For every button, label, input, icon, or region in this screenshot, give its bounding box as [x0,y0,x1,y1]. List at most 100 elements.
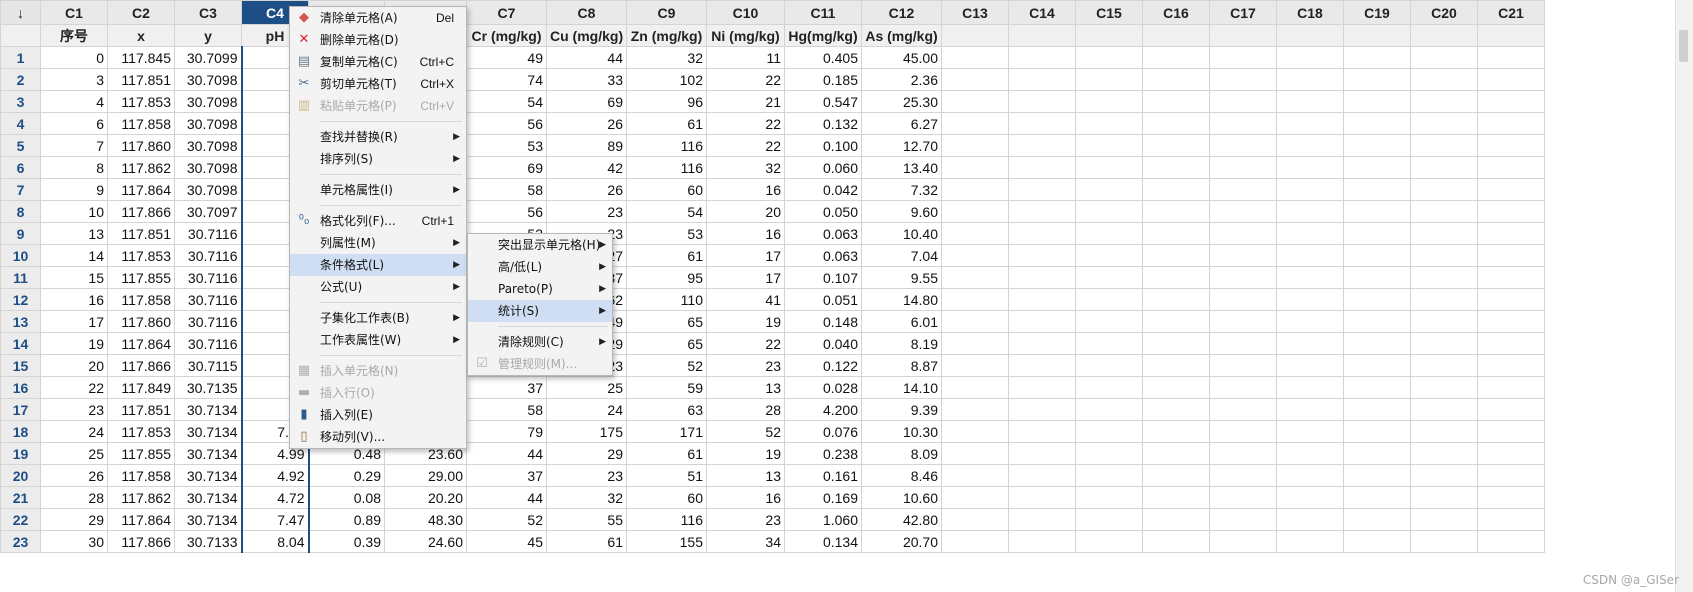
row-header[interactable]: 1 [0,46,41,69]
cell[interactable]: 0.122 [784,354,862,377]
cell[interactable]: 117.858 [107,112,175,135]
column-name-cell[interactable]: As (mg/kg) [861,24,942,47]
cell[interactable]: 19 [706,310,785,333]
cell[interactable]: 0.028 [784,376,862,399]
column-name-cell[interactable] [1142,24,1210,47]
cell[interactable]: 117.845 [107,46,175,69]
context-menu-item[interactable]: 公式(U) ▶ [290,276,466,298]
cell[interactable]: 9.39 [861,398,942,421]
cell[interactable]: 45 [466,530,547,553]
cell[interactable]: 30.7133 [174,530,242,553]
cell[interactable] [1075,156,1143,179]
cell[interactable] [1343,530,1411,553]
cell[interactable]: 7.47 [240,508,310,531]
cell[interactable] [1477,376,1545,399]
cell[interactable] [1477,486,1545,509]
cell[interactable]: 59 [626,376,707,399]
cell[interactable] [1075,310,1143,333]
cell[interactable]: 9.60 [861,200,942,223]
cell[interactable]: 117.853 [107,244,175,267]
cell[interactable]: 30.7116 [174,222,242,245]
cell[interactable] [1477,310,1545,333]
cell[interactable] [941,332,1009,355]
cell[interactable]: 30.7116 [174,310,242,333]
cell[interactable] [1477,266,1545,289]
cell[interactable] [1075,442,1143,465]
cell[interactable] [1008,398,1076,421]
cell[interactable]: 116 [626,134,707,157]
cell[interactable]: 175 [546,420,627,443]
cell[interactable] [1343,46,1411,69]
cell[interactable] [1209,156,1277,179]
cell[interactable] [941,354,1009,377]
submenu-item[interactable]: 突出显示单元格(H) ▶ [468,234,612,256]
cell[interactable] [1142,486,1210,509]
cell[interactable] [1209,464,1277,487]
cell[interactable]: 7.04 [861,244,942,267]
column-name-cell[interactable] [1477,24,1545,47]
cell[interactable] [1075,420,1143,443]
cell[interactable] [1075,112,1143,135]
cell[interactable] [1209,46,1277,69]
cell[interactable]: 0.39 [308,530,385,553]
cell[interactable]: 10 [40,200,108,223]
cell[interactable]: 25 [40,442,108,465]
cell[interactable]: 0.148 [784,310,862,333]
cell[interactable] [1276,68,1344,91]
cell[interactable]: 19 [706,442,785,465]
cell[interactable]: 89 [546,134,627,157]
cell[interactable]: 16 [706,178,785,201]
cell[interactable] [1477,134,1545,157]
cell[interactable] [1008,310,1076,333]
row-header[interactable]: 15 [0,354,41,377]
cell[interactable]: 102 [626,68,707,91]
cell[interactable] [1142,46,1210,69]
cell[interactable]: 117.851 [107,222,175,245]
cell[interactable] [1410,266,1478,289]
cell[interactable] [1142,376,1210,399]
cell[interactable]: 44 [466,486,547,509]
column-name-cell[interactable]: Cu (mg/kg) [546,24,627,47]
cell[interactable] [1410,508,1478,531]
cell[interactable] [1276,486,1344,509]
cell[interactable] [1343,464,1411,487]
cell[interactable]: 30.7098 [174,90,242,113]
cell[interactable] [1209,508,1277,531]
cell[interactable] [1343,266,1411,289]
cell[interactable] [1343,90,1411,113]
cell[interactable]: 30.7098 [174,134,242,157]
cell[interactable] [1142,266,1210,289]
row-header[interactable]: 14 [0,332,41,355]
cell[interactable]: 171 [626,420,707,443]
cell[interactable]: 58 [466,398,547,421]
cell[interactable] [1008,354,1076,377]
cell[interactable]: 30.7116 [174,244,242,267]
cell[interactable]: 52 [626,354,707,377]
cell[interactable]: 63 [626,398,707,421]
cell[interactable] [941,266,1009,289]
cell[interactable] [1008,244,1076,267]
cell[interactable] [1276,442,1344,465]
cell[interactable] [941,200,1009,223]
cell[interactable] [1410,486,1478,509]
cell[interactable] [1343,222,1411,245]
cell[interactable] [1276,266,1344,289]
cell[interactable] [1142,200,1210,223]
cell[interactable]: 96 [626,90,707,113]
cell[interactable]: 117.864 [107,508,175,531]
cell[interactable]: 23 [546,464,627,487]
cell[interactable]: 117.866 [107,530,175,553]
cell[interactable] [1410,464,1478,487]
cell[interactable]: 53 [466,134,547,157]
row-header[interactable]: 2 [0,68,41,91]
cell[interactable] [1477,530,1545,553]
cell[interactable]: 14.10 [861,376,942,399]
cell[interactable] [1008,222,1076,245]
cell[interactable]: 14.80 [861,288,942,311]
cell[interactable] [941,222,1009,245]
row-header[interactable]: 19 [0,442,41,465]
column-header-c15[interactable]: C15 [1075,0,1143,25]
column-name-cell[interactable]: Ni (mg/kg) [706,24,785,47]
cell[interactable] [1276,178,1344,201]
cell[interactable]: 30.7098 [174,68,242,91]
